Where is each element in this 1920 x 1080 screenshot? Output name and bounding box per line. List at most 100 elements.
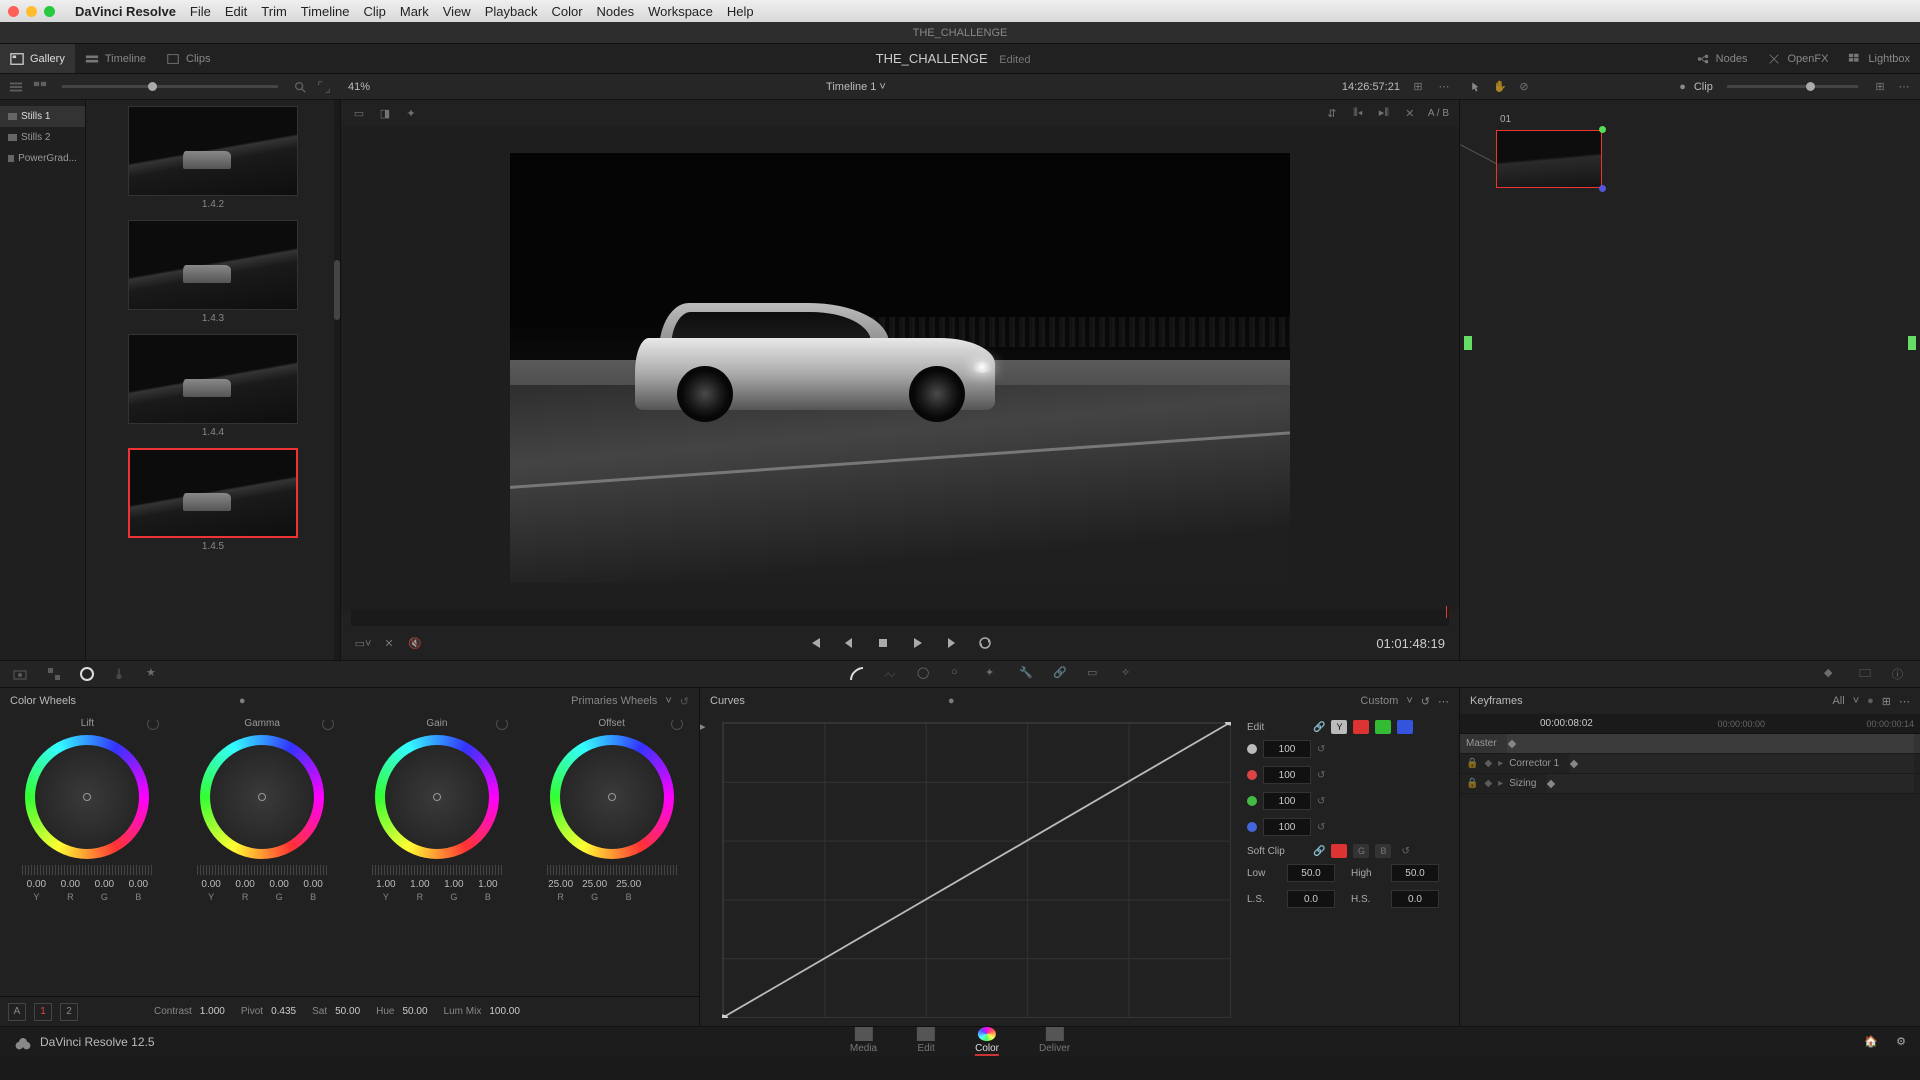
grid-icon[interactable]: ⊞ — [1410, 79, 1426, 95]
reset-icon[interactable]: ↺ — [1317, 822, 1325, 833]
project-settings-icon[interactable]: ⚙ — [1896, 1035, 1906, 1048]
menu-trim[interactable]: Trim — [261, 4, 287, 19]
softclip-g[interactable]: G — [1353, 844, 1369, 858]
lift-wheel[interactable]: Lift 0.000.000.000.00 YRGB — [0, 714, 175, 996]
kf-ruler[interactable]: 00:00:08:02 00:00:00:00 00:00:00:14 — [1460, 714, 1920, 734]
ab-label[interactable]: A / B — [1428, 108, 1449, 119]
list-view-icon[interactable] — [8, 79, 24, 95]
menu-view[interactable]: View — [443, 4, 471, 19]
menu-clip[interactable]: Clip — [363, 4, 385, 19]
page-color[interactable]: Color — [975, 1027, 999, 1056]
clip-label[interactable]: Clip — [1694, 81, 1713, 93]
master-jog[interactable] — [372, 865, 502, 875]
window-traffic-lights[interactable] — [8, 6, 55, 17]
options-icon[interactable]: ⋯ — [1436, 79, 1452, 95]
menu-workspace[interactable]: Workspace — [648, 4, 713, 19]
window-icon[interactable]: ○ — [951, 666, 967, 682]
still-item[interactable]: 1.4.3 — [128, 220, 298, 324]
viewer-mode-icon[interactable]: ▭˅ — [355, 635, 371, 651]
stop-icon[interactable] — [875, 635, 891, 651]
curves-mode[interactable]: Custom — [1360, 695, 1398, 707]
master-jog[interactable] — [197, 865, 327, 875]
pivot-value[interactable]: 0.435 — [271, 1006, 296, 1017]
contrast-value[interactable]: 1.000 — [200, 1006, 225, 1017]
tab-nodes[interactable]: Nodes — [1686, 44, 1758, 73]
menu-mark[interactable]: Mark — [400, 4, 429, 19]
intensity-b[interactable]: 100 — [1263, 818, 1311, 836]
log-icon[interactable]: ★ — [146, 666, 162, 682]
link-icon[interactable]: 🔗 — [1313, 722, 1325, 733]
gamma-wheel[interactable]: Gamma 0.000.000.000.00 YRGB — [175, 714, 350, 996]
softclip-low[interactable]: 50.0 — [1287, 864, 1335, 882]
curves-reset-icon[interactable]: ↺ — [1421, 695, 1430, 708]
wheels-reset-icon[interactable]: ↺ — [680, 695, 689, 708]
menu-help[interactable]: Help — [727, 4, 754, 19]
pointer-icon[interactable] — [1468, 79, 1484, 95]
camera-raw-icon[interactable] — [12, 666, 28, 682]
intensity-y[interactable]: 100 — [1263, 740, 1311, 758]
kf-options-icon[interactable]: ⋯ — [1899, 695, 1910, 708]
thumb-size-slider[interactable] — [62, 85, 278, 88]
prev-still-icon[interactable]: ⦀◂ — [1350, 105, 1366, 121]
node-options-icon[interactable]: ⋯ — [1896, 79, 1912, 95]
reset-icon[interactable]: ↺ — [1317, 796, 1325, 807]
scopes-icon[interactable] — [1858, 666, 1874, 682]
master-jog[interactable] — [22, 865, 152, 875]
expand-nodes-icon[interactable]: ⊞ — [1872, 79, 1888, 95]
prev-frame-icon[interactable] — [841, 635, 857, 651]
first-frame-icon[interactable] — [807, 635, 823, 651]
hue-curves-icon[interactable] — [883, 666, 899, 682]
tab-timeline[interactable]: Timeline — [75, 44, 156, 73]
node-source-icon[interactable] — [1464, 336, 1472, 350]
page-edit[interactable]: Edit — [917, 1027, 935, 1056]
softclip-ls[interactable]: 0.0 — [1287, 890, 1335, 908]
menu-color[interactable]: Color — [551, 4, 582, 19]
menu-playback[interactable]: Playback — [485, 4, 538, 19]
curves-options-icon[interactable]: ⋯ — [1438, 695, 1449, 708]
offset-wheel[interactable]: Offset 25.0025.0025.00 RGB — [524, 714, 699, 996]
mute-icon[interactable]: 🔇 — [407, 635, 423, 651]
tab-openfx[interactable]: OpenFX — [1757, 44, 1838, 73]
wipe-reset-icon[interactable]: ✕ — [1402, 105, 1418, 121]
app-name[interactable]: DaVinci Resolve — [75, 4, 176, 19]
intensity-r[interactable]: 100 — [1263, 766, 1311, 784]
scrollbar[interactable] — [334, 100, 340, 660]
lummix-value[interactable]: 100.00 — [489, 1006, 520, 1017]
softclip-r[interactable] — [1331, 844, 1347, 858]
stereo-icon[interactable]: ✧ — [1121, 666, 1137, 682]
keyframes-mode[interactable]: All — [1832, 695, 1844, 707]
qualifier-icon[interactable]: ◯ — [917, 666, 933, 682]
still-item[interactable]: 1.4.5 — [128, 448, 298, 552]
wheels-mode[interactable]: Primaries Wheels — [571, 695, 657, 707]
no-icon[interactable]: ⊘ — [1516, 79, 1532, 95]
reset-icon[interactable]: ↺ — [1317, 770, 1325, 781]
link-icon[interactable]: 🔗 — [1313, 846, 1325, 857]
intensity-y-icon[interactable] — [1247, 744, 1257, 754]
unmix-icon[interactable]: ⇵ — [1324, 105, 1340, 121]
reset-icon[interactable]: ↺ — [1317, 744, 1325, 755]
search-icon[interactable] — [292, 79, 308, 95]
info-icon[interactable]: ⓘ — [1892, 666, 1908, 682]
color-match-icon[interactable] — [46, 666, 62, 682]
hand-icon[interactable]: ✋ — [1492, 79, 1508, 95]
expand-icon[interactable]: ▸ — [1498, 778, 1503, 789]
lock-icon[interactable]: 🔒 — [1466, 758, 1478, 769]
channel-b[interactable] — [1397, 720, 1413, 734]
close-icon[interactable] — [8, 6, 19, 17]
image-wipe-icon[interactable]: ▭ — [351, 105, 367, 121]
split-icon[interactable]: ◨ — [377, 105, 393, 121]
loop-icon[interactable] — [977, 635, 993, 651]
page-one-button[interactable]: 1 — [34, 1003, 52, 1021]
hue-value[interactable]: 50.00 — [403, 1006, 428, 1017]
home-icon[interactable]: 🏠 — [1864, 1035, 1878, 1048]
channel-y[interactable]: Y — [1331, 720, 1347, 734]
album-stills-1[interactable]: Stills 1 — [0, 106, 85, 127]
page-two-button[interactable]: 2 — [60, 1003, 78, 1021]
channel-r[interactable] — [1353, 720, 1369, 734]
intensity-g-icon[interactable] — [1247, 796, 1257, 806]
softclip-high[interactable]: 50.0 — [1391, 864, 1439, 882]
zoom-icon[interactable] — [44, 6, 55, 17]
softclip-hs[interactable]: 0.0 — [1391, 890, 1439, 908]
menu-nodes[interactable]: Nodes — [597, 4, 635, 19]
play-icon[interactable] — [909, 635, 925, 651]
